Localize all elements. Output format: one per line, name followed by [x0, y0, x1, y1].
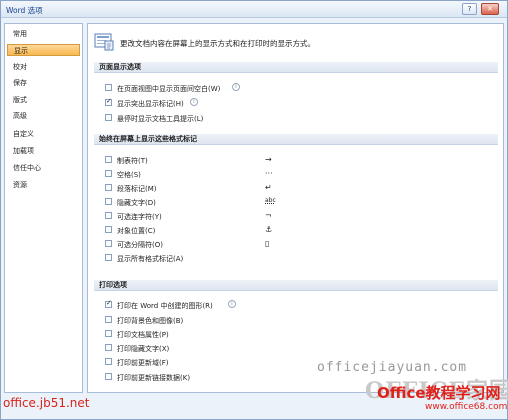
- show-highlighter-label: 显示突出显示标记(H): [117, 100, 184, 108]
- update-fields-label: 打印前更新域(F): [117, 359, 169, 367]
- info-icon: i: [190, 98, 198, 106]
- option-paragraph-marks[interactable]: 段落标记(M) ↵: [102, 182, 402, 194]
- optional-break-mark-icon: ▯: [265, 239, 270, 248]
- title-bar: Word 选项 ? ✕: [1, 1, 507, 18]
- update-links-label: 打印前更新链接数据(K): [117, 374, 191, 382]
- update-links-checkbox[interactable]: [105, 373, 112, 380]
- show-whitespace-checkbox[interactable]: [105, 84, 112, 91]
- hidden-text-checkbox[interactable]: [105, 198, 112, 205]
- display-settings-icon: [94, 33, 114, 51]
- spaces-checkbox[interactable]: [105, 170, 112, 177]
- info-icon: i: [232, 83, 240, 91]
- help-button[interactable]: ?: [462, 3, 477, 15]
- watermark-jb51-url: office.jb51.net: [3, 396, 90, 410]
- optional-hyphen-mark-icon: ¬: [265, 211, 272, 220]
- print-background-label: 打印背景色和图像(B): [117, 317, 184, 325]
- option-print-background[interactable]: 打印背景色和图像(B): [102, 314, 402, 326]
- print-background-checkbox[interactable]: [105, 316, 112, 323]
- category-sidebar: 常用 显示 校对 保存 版式 高级 自定义 加载项 信任中心 资源: [4, 23, 83, 393]
- show-all-marks-checkbox[interactable]: [105, 254, 112, 261]
- print-properties-label: 打印文档属性(P): [117, 331, 169, 339]
- hidden-text-label: 隐藏文字(D): [117, 199, 156, 207]
- update-fields-checkbox[interactable]: [105, 358, 112, 365]
- option-print-hidden-text[interactable]: 打印隐藏文字(X): [102, 342, 402, 354]
- option-show-whitespace[interactable]: 在页面视图中显示页面间空白(W) i: [102, 82, 402, 94]
- sidebar-item-typography[interactable]: 版式: [7, 94, 80, 106]
- optional-hyphens-label: 可选连字符(Y): [117, 213, 162, 221]
- sidebar-item-display[interactable]: 显示: [7, 44, 80, 56]
- word-options-dialog: Word 选项 ? ✕ 常用 显示 校对 保存 版式 高级 自定义 加载项 信任…: [0, 0, 508, 420]
- section-page-display-options: 页面显示选项: [94, 62, 498, 73]
- show-all-marks-label: 显示所有格式标记(A): [117, 255, 184, 263]
- print-drawings-checkbox[interactable]: [105, 299, 112, 308]
- show-tooltips-label: 悬停时显示文档工具提示(L): [117, 115, 204, 123]
- watermark-office68-url: www.office68.com: [425, 402, 508, 412]
- sidebar-item-save[interactable]: 保存: [7, 77, 80, 89]
- option-hidden-text[interactable]: 隐藏文字(D) abc: [102, 196, 402, 208]
- print-drawings-label: 打印在 Word 中创建的图形(R): [117, 302, 213, 310]
- panel-header: 更改文档内容在屏幕上的显示方式和在打印时的显示方式。: [94, 33, 498, 53]
- optional-breaks-label: 可选分隔符(O): [117, 241, 163, 249]
- option-optional-hyphens[interactable]: 可选连字符(Y) ¬: [102, 210, 402, 222]
- window-title: Word 选项: [6, 6, 43, 15]
- option-print-properties[interactable]: 打印文档属性(P): [102, 328, 402, 340]
- paragraph-marks-label: 段落标记(M): [117, 185, 157, 193]
- option-show-tooltips[interactable]: 悬停时显示文档工具提示(L): [102, 112, 402, 124]
- hidden-text-mark-icon: abc: [265, 197, 276, 204]
- tab-characters-checkbox[interactable]: [105, 156, 112, 163]
- panel-description: 更改文档内容在屏幕上的显示方式和在打印时的显示方式。: [120, 39, 315, 48]
- show-highlighter-checkbox[interactable]: [105, 97, 112, 106]
- option-show-all-marks[interactable]: 显示所有格式标记(A): [102, 252, 402, 264]
- anchor-icon: ⚓: [265, 225, 273, 234]
- option-spaces[interactable]: 空格(S) ···: [102, 168, 402, 180]
- info-icon: i: [228, 300, 236, 308]
- show-whitespace-label: 在页面视图中显示页面间空白(W): [117, 85, 221, 93]
- sidebar-item-trust-center[interactable]: 信任中心: [7, 162, 80, 174]
- optional-breaks-checkbox[interactable]: [105, 240, 112, 247]
- print-hidden-text-checkbox[interactable]: [105, 344, 112, 351]
- paragraph-mark-icon: ↵: [265, 183, 272, 192]
- sidebar-item-addins[interactable]: 加载项: [7, 145, 80, 157]
- sidebar-item-proofing[interactable]: 校对: [7, 61, 80, 73]
- option-print-drawings[interactable]: 打印在 Word 中创建的图形(R) i: [102, 299, 402, 311]
- show-tooltips-checkbox[interactable]: [105, 114, 112, 121]
- section-print-options: 打印选项: [94, 280, 498, 291]
- paragraph-marks-checkbox[interactable]: [105, 184, 112, 191]
- space-mark-icon: ···: [265, 169, 273, 178]
- close-button[interactable]: ✕: [481, 3, 499, 15]
- optional-hyphens-checkbox[interactable]: [105, 212, 112, 219]
- spaces-label: 空格(S): [117, 171, 141, 179]
- sidebar-item-advanced[interactable]: 高级: [7, 110, 80, 122]
- object-anchors-label: 对象位置(C): [117, 227, 156, 235]
- sidebar-item-customize[interactable]: 自定义: [7, 128, 80, 140]
- object-anchors-checkbox[interactable]: [105, 226, 112, 233]
- section-formatting-marks: 始终在屏幕上显示这些格式标记: [94, 134, 498, 145]
- watermark-office68-brand: Office教程学习网: [377, 384, 501, 402]
- tab-characters-label: 制表符(T): [117, 157, 148, 165]
- tab-mark-icon: →: [265, 155, 272, 164]
- print-hidden-text-label: 打印隐藏文字(X): [117, 345, 170, 353]
- option-show-highlighter[interactable]: 显示突出显示标记(H) i: [102, 97, 402, 109]
- option-optional-breaks[interactable]: 可选分隔符(O) ▯: [102, 238, 402, 250]
- sidebar-item-resources[interactable]: 资源: [7, 179, 80, 191]
- option-object-anchors[interactable]: 对象位置(C) ⚓: [102, 224, 402, 236]
- sidebar-item-popular[interactable]: 常用: [7, 28, 80, 40]
- option-tab-characters[interactable]: 制表符(T) →: [102, 154, 402, 166]
- options-panel: 更改文档内容在屏幕上的显示方式和在打印时的显示方式。 页面显示选项 在页面视图中…: [87, 23, 504, 393]
- print-properties-checkbox[interactable]: [105, 330, 112, 337]
